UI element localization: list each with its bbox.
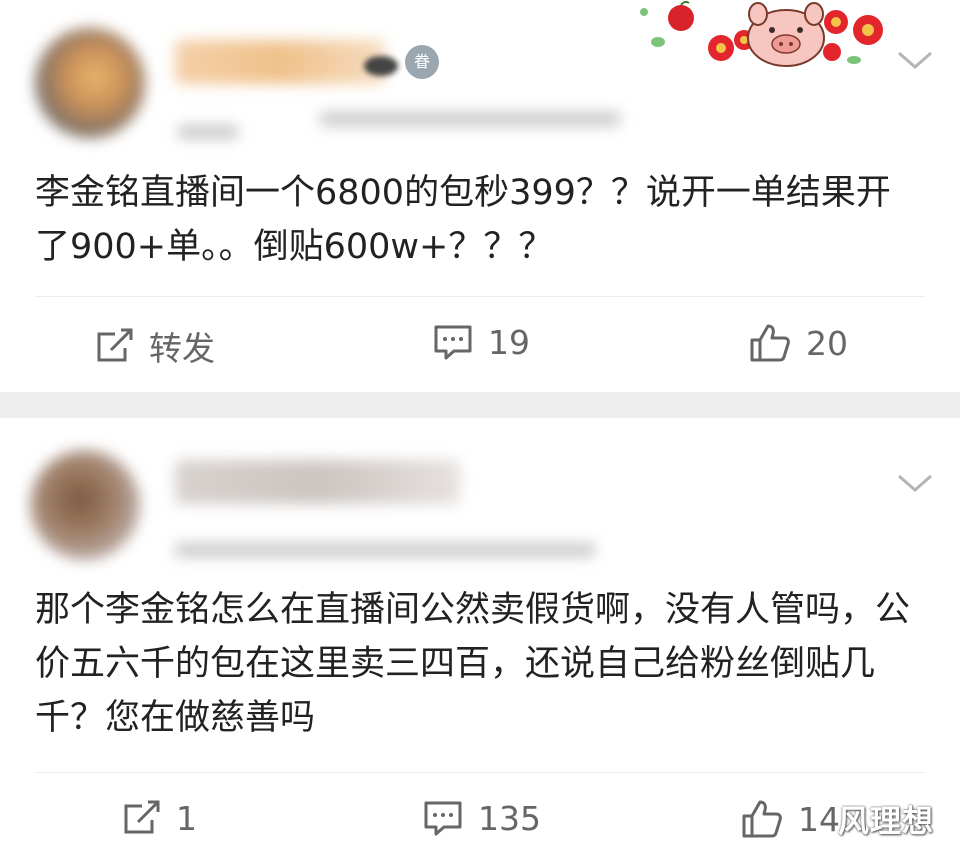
thumbs-up-icon [750, 324, 790, 362]
like-count: 20 [806, 323, 848, 363]
thumbs-up-icon [742, 800, 782, 838]
comment-button[interactable]: 135 [422, 798, 541, 838]
chevron-down-icon[interactable] [895, 45, 935, 75]
repost-button[interactable]: 1 [122, 798, 197, 838]
chevron-down-icon[interactable] [895, 468, 935, 498]
comment-button[interactable]: 19 [432, 322, 530, 362]
post-card-1: 眷 李金铭直播间一个6800的包秒399？？说开一单结果开了900+单。。倒贴6… [0, 0, 960, 392]
username-blurred[interactable] [175, 460, 460, 504]
post-text: 那个李金铭怎么在直播间公然卖假货啊，没有人管吗，公价五六千的包在这里卖三四百，还… [35, 590, 911, 738]
comment-count: 19 [488, 322, 530, 362]
repost-icon [124, 800, 160, 834]
post-meta-blurred [178, 125, 238, 139]
divider [35, 296, 925, 297]
like-button[interactable]: 20 [748, 322, 848, 364]
post-meta-blurred [175, 543, 595, 557]
repost-icon [97, 328, 133, 362]
post-meta-blurred [320, 112, 620, 126]
divider [35, 772, 925, 773]
post-separator [0, 392, 960, 418]
username-blurred[interactable] [175, 40, 385, 84]
pig-sticker-icon [640, 0, 883, 67]
member-badge-icon: 眷 [405, 45, 439, 79]
like-button[interactable]: 14 [740, 798, 840, 840]
comment-icon [434, 325, 472, 360]
watermark: 风理想 [838, 804, 934, 840]
user-avatar[interactable] [35, 28, 145, 138]
comment-icon [424, 801, 462, 836]
repost-count: 1 [176, 798, 197, 838]
verified-mark [364, 56, 398, 76]
repost-label: 转发 [149, 329, 215, 368]
user-avatar[interactable] [30, 450, 140, 560]
repost-button[interactable]: 转发 [95, 322, 215, 370]
post-text: 李金铭直播间一个6800的包秒399？？说开一单结果开了900+单。。倒贴600… [35, 173, 891, 267]
comment-count: 135 [478, 798, 541, 838]
like-count: 14 [798, 799, 840, 839]
